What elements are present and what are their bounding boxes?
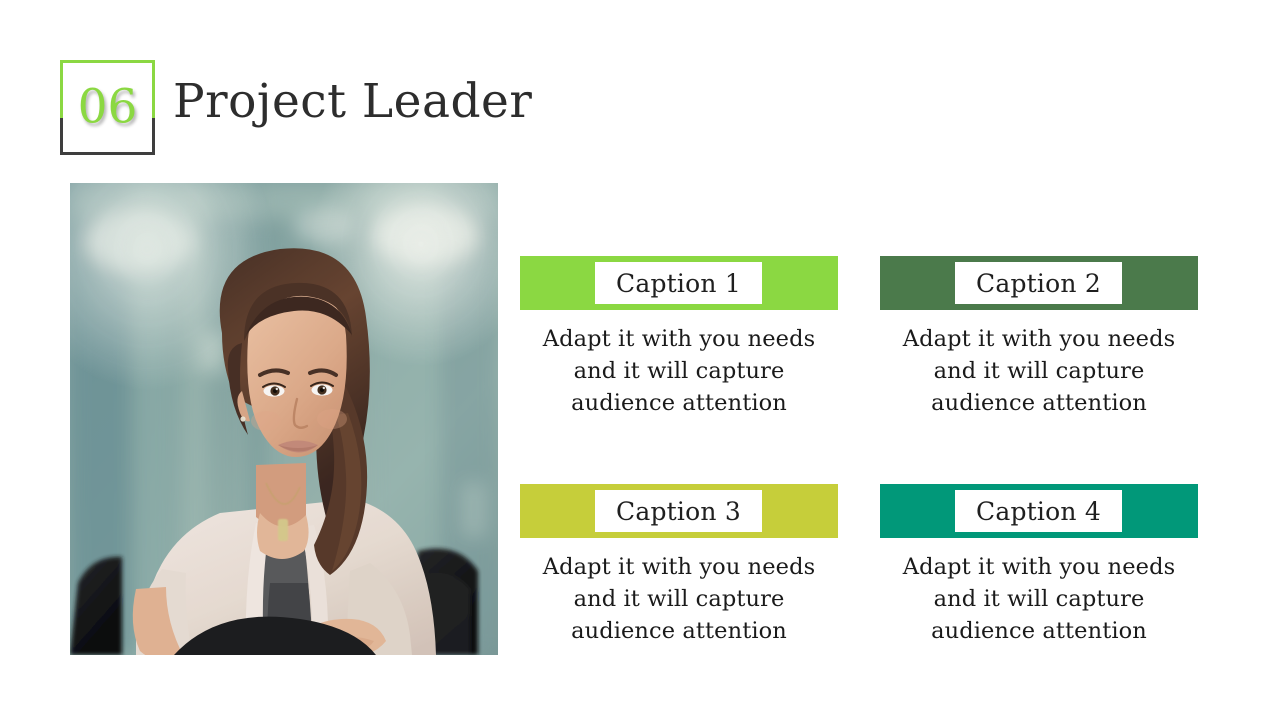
caption-inset-3: Caption 3 <box>595 490 762 532</box>
caption-body-2: Adapt it with you needs and it will capt… <box>902 326 1176 416</box>
slide-header: 06 Project Leader <box>60 60 532 155</box>
caption-body-4: Adapt it with you needs and it will capt… <box>902 554 1176 644</box>
leader-photo-image <box>70 183 498 655</box>
caption-title-2: Caption 2 <box>976 268 1101 298</box>
caption-inset-1: Caption 1 <box>595 262 762 304</box>
caption-body-1: Adapt it with you needs and it will capt… <box>542 326 816 416</box>
caption-bar-4: Caption 4 <box>880 484 1198 538</box>
caption-body-3: Adapt it with you needs and it will capt… <box>542 554 816 644</box>
caption-card-2: Caption 2 Adapt it with you needs and it… <box>880 256 1198 420</box>
caption-inset-4: Caption 4 <box>955 490 1122 532</box>
caption-inset-2: Caption 2 <box>955 262 1122 304</box>
caption-card-3: Caption 3 Adapt it with you needs and it… <box>520 484 838 648</box>
caption-title-4: Caption 4 <box>976 496 1101 526</box>
caption-card-1: Caption 1 Adapt it with you needs and it… <box>520 256 838 420</box>
page-title: Project Leader <box>173 74 533 129</box>
caption-bar-1: Caption 1 <box>520 256 838 310</box>
caption-card-4: Caption 4 Adapt it with you needs and it… <box>880 484 1198 648</box>
caption-title-1: Caption 1 <box>616 268 741 298</box>
caption-bar-3: Caption 3 <box>520 484 838 538</box>
slide-number: 06 <box>77 79 138 135</box>
caption-title-3: Caption 3 <box>616 496 741 526</box>
slide-canvas: 06 Project Leader Caption 1 Adapt it wit… <box>0 0 1280 720</box>
caption-bar-2: Caption 2 <box>880 256 1198 310</box>
leader-photo <box>70 183 498 655</box>
slide-number-box: 06 <box>60 60 155 155</box>
